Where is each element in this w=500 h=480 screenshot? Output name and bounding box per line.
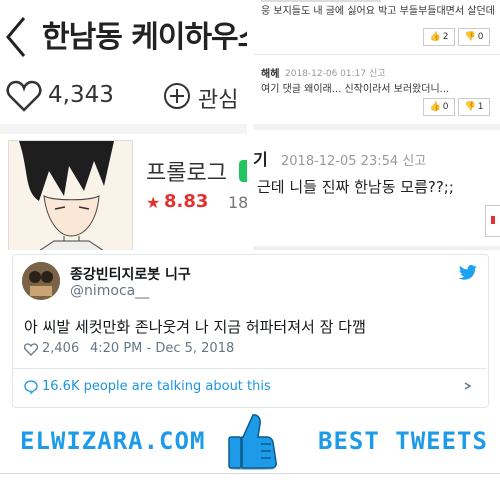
section-divider	[0, 124, 247, 134]
talking-about-link[interactable]: 16.6K people are talking about this	[42, 379, 271, 394]
thumbs-up-icon: 👍	[429, 102, 441, 112]
upvote-count: 2	[442, 32, 449, 42]
comment-username: 해헤	[261, 69, 280, 80]
episode-rating: 8.83	[164, 191, 209, 212]
comment-text: 여기 댓글 왜이래... 신작이라서 보러왔더니...	[261, 84, 450, 95]
side-button-marker	[491, 216, 495, 224]
like-count: 4,343	[48, 82, 114, 108]
tweet-like-count: 2,406	[42, 341, 80, 356]
plus-circle-icon[interactable]	[163, 82, 191, 110]
comment-date: 2018-12-05 23:54 신고	[281, 154, 427, 169]
tweet-handle[interactable]: @nimoca__	[70, 283, 149, 299]
comment-text: 응 보지들도 내 글에 싫어요 박고 부들부들대면서 살던데	[261, 6, 495, 17]
comment-separator	[253, 54, 500, 55]
comment-text: 근데 니들 진짜 한남동 모름??;;	[257, 178, 454, 196]
brand-name[interactable]: ELWIZARA.COM	[20, 427, 205, 455]
twitter-bird-icon[interactable]	[458, 265, 478, 281]
comment-date: 2018-12-06 01:17 신고	[285, 69, 386, 79]
avatar-image-icon	[22, 262, 60, 300]
webtoon-screenshot: 한남동 케이하우스 4,343 관심 프롤로그 ★ 8.83 18.1	[0, 0, 247, 250]
character-illustration-icon	[9, 141, 132, 250]
thumbs-down-icon: 👎	[464, 102, 476, 112]
thumbs-down-icon: 👎	[464, 32, 476, 42]
interest-button-label[interactable]: 관심	[198, 82, 238, 114]
downvote-button[interactable]: 👎 1	[458, 98, 490, 116]
downvote-button[interactable]: 👎 0	[458, 28, 490, 46]
tweet-timestamp[interactable]: 4:20 PM - Dec 5, 2018	[90, 341, 234, 356]
comment-username: 기	[253, 150, 268, 169]
tweet-display-name[interactable]: 종강빈티지로봇 니구	[70, 264, 191, 284]
episode-date: 18.1	[228, 193, 247, 212]
downvote-count: 1	[477, 102, 484, 112]
heart-icon[interactable]	[6, 80, 42, 112]
footer-divider	[0, 473, 500, 474]
screenshot-separator	[253, 124, 500, 130]
comment-bubble-icon	[24, 380, 38, 394]
episode-thumbnail[interactable]	[8, 140, 133, 250]
new-badge	[239, 160, 247, 182]
screenshot-bottom-edge	[253, 246, 500, 250]
thumbs-up-icon: 👍	[429, 32, 441, 42]
brand-tagline: BEST TWEETS	[318, 427, 488, 455]
comments-screenshot: 응 보지들도 내 글에 싫어요 박고 부들부들대면서 살던데 👍 2 👎 0 해…	[253, 0, 500, 250]
like-heart-icon[interactable]	[24, 343, 38, 356]
downvote-count: 0	[477, 32, 484, 42]
webtoon-title: 한남동 케이하우스	[42, 20, 247, 55]
card-divider	[13, 368, 487, 369]
back-arrow-icon[interactable]	[4, 14, 30, 60]
upvote-button[interactable]: 👍 2	[423, 28, 455, 46]
upvote-count: 0	[442, 102, 449, 112]
upvote-button[interactable]: 👍 0	[423, 98, 455, 116]
thumbs-up-icon	[228, 414, 277, 470]
star-icon: ★	[146, 193, 161, 212]
avatar[interactable]	[22, 262, 60, 300]
tweet-text: 아 씨발 세컷만화 존나웃겨 나 지금 허파터져서 잠 다깸	[24, 318, 366, 336]
episode-title[interactable]: 프롤로그	[146, 155, 227, 187]
chevron-right-icon[interactable]	[463, 382, 473, 390]
